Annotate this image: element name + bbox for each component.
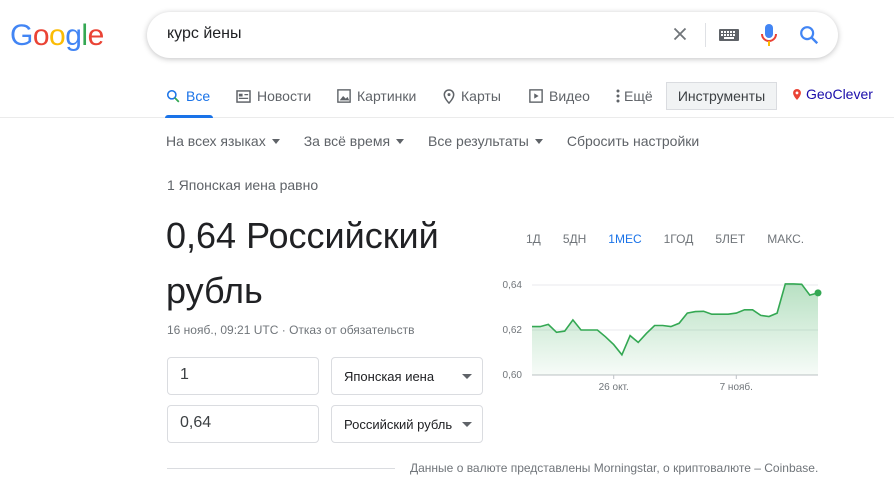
results-filter-label: Все результаты (428, 133, 529, 149)
disclaimer-link[interactable]: Отказ от обязательств (289, 323, 414, 337)
reset-filters-link[interactable]: Сбросить настройки (567, 133, 699, 149)
conversion-equals-text: 1 Японская иена равно (167, 177, 319, 193)
caret-down-icon (396, 138, 405, 144)
to-amount-input[interactable]: 0,64 (167, 405, 319, 443)
geoclever-label: GeoClever (806, 86, 873, 102)
time-filter-label: За всё время (303, 133, 391, 149)
tab-label: Все (186, 88, 211, 104)
image-icon (337, 89, 351, 103)
tab-label: Картинки (357, 88, 417, 104)
tab-all[interactable]: Все (166, 86, 210, 106)
logo-letter: g (65, 19, 82, 52)
search-icon[interactable] (798, 24, 820, 46)
search-tools-row: На всех языках За всё время Все результа… (166, 133, 699, 149)
video-icon (529, 89, 543, 103)
time-filter[interactable]: За всё время (303, 133, 405, 149)
from-currency-label: Японская иена (344, 369, 435, 384)
to-currency-select[interactable]: Российский рубль (331, 405, 483, 443)
map-pin-icon (443, 88, 455, 104)
caret-down-icon (534, 138, 543, 144)
search-divider (705, 23, 706, 47)
from-amount-input[interactable]: 1 (167, 357, 319, 395)
search-input[interactable]: курс йены (167, 25, 242, 43)
chart-range-button[interactable]: 1ГОД (664, 230, 694, 248)
chart-range-button[interactable]: 5ЛЕТ (715, 230, 745, 248)
tab-label: Карты (461, 88, 501, 104)
footer-divider (167, 468, 395, 469)
tab-label: Видео (549, 88, 590, 104)
language-filter-label: На всех языках (166, 133, 266, 149)
tab-news[interactable]: Новости (236, 86, 311, 106)
chart-range-button[interactable]: 1Д (526, 230, 541, 248)
chart-range-selector: 1Д 5ДН 1МЕС 1ГОД 5ЛЕТ МАКС. (526, 230, 826, 248)
results-filter[interactable]: Все результаты (428, 133, 543, 149)
logo-letter: o (32, 19, 50, 52)
y-tick-label: 0,64 (503, 280, 523, 291)
logo-letter: o (49, 19, 66, 52)
x-tick-label: 7 нояб. (720, 381, 753, 393)
microphone-icon[interactable] (760, 23, 778, 47)
result-line-2: рубль (166, 270, 263, 311)
result-line-1: 0,64 Российский (166, 215, 439, 256)
chart-range-button[interactable]: МАКС. (767, 230, 804, 248)
search-icon (166, 89, 180, 103)
clear-icon[interactable] (669, 23, 691, 45)
active-tab-indicator (165, 115, 213, 118)
y-tick-label: 0,60 (503, 370, 523, 381)
timestamp-text: 16 нояб., 09:21 UTC (167, 323, 279, 337)
series-area (532, 283, 818, 375)
caret-down-icon (271, 138, 280, 144)
tab-label: Ещё (624, 88, 653, 104)
tools-button[interactable]: Инструменты (666, 82, 777, 110)
tab-maps[interactable]: Карты (443, 86, 501, 106)
exchange-rate-chart: 0,64 0,62 0,60 26 окт. 7 нояб. (503, 280, 822, 393)
language-filter[interactable]: На всех языках (166, 133, 280, 149)
search-box[interactable]: курс йены (147, 12, 838, 58)
caret-down-icon (462, 422, 472, 427)
latest-point (814, 289, 822, 297)
data-source-text: Данные о валюте представлены Morningstar… (410, 461, 819, 475)
tab-video[interactable]: Видео (529, 86, 590, 106)
y-tick-label: 0,62 (503, 325, 523, 336)
keyboard-icon[interactable] (718, 27, 740, 43)
conversion-result: 0,64 Российский рубль (166, 208, 486, 318)
to-currency-label: Российский рубль (344, 417, 453, 432)
geoclever-link[interactable]: GeoClever (793, 86, 873, 102)
google-logo[interactable]: Google (10, 18, 104, 54)
search-tabs: Все Новости Картинки Карты Видео Ещё Инс… (0, 82, 894, 118)
from-currency-select[interactable]: Японская иена (331, 357, 483, 395)
location-pin-icon (793, 88, 801, 100)
logo-letter: G (10, 19, 33, 52)
news-icon (236, 89, 251, 103)
caret-down-icon (462, 374, 472, 379)
x-tick-label: 26 окт. (599, 382, 629, 393)
logo-letter: e (87, 19, 105, 52)
chart-range-button[interactable]: 5ДН (563, 230, 586, 248)
tab-more[interactable]: Ещё (616, 86, 653, 106)
rate-timestamp: 16 нояб., 09:21 UTC · Отказ от обязатель… (167, 323, 415, 337)
chart-range-button[interactable]: 1МЕС (608, 230, 641, 248)
tab-images[interactable]: Картинки (337, 86, 416, 106)
more-vert-icon (616, 89, 620, 103)
tab-label: Новости (257, 88, 312, 104)
